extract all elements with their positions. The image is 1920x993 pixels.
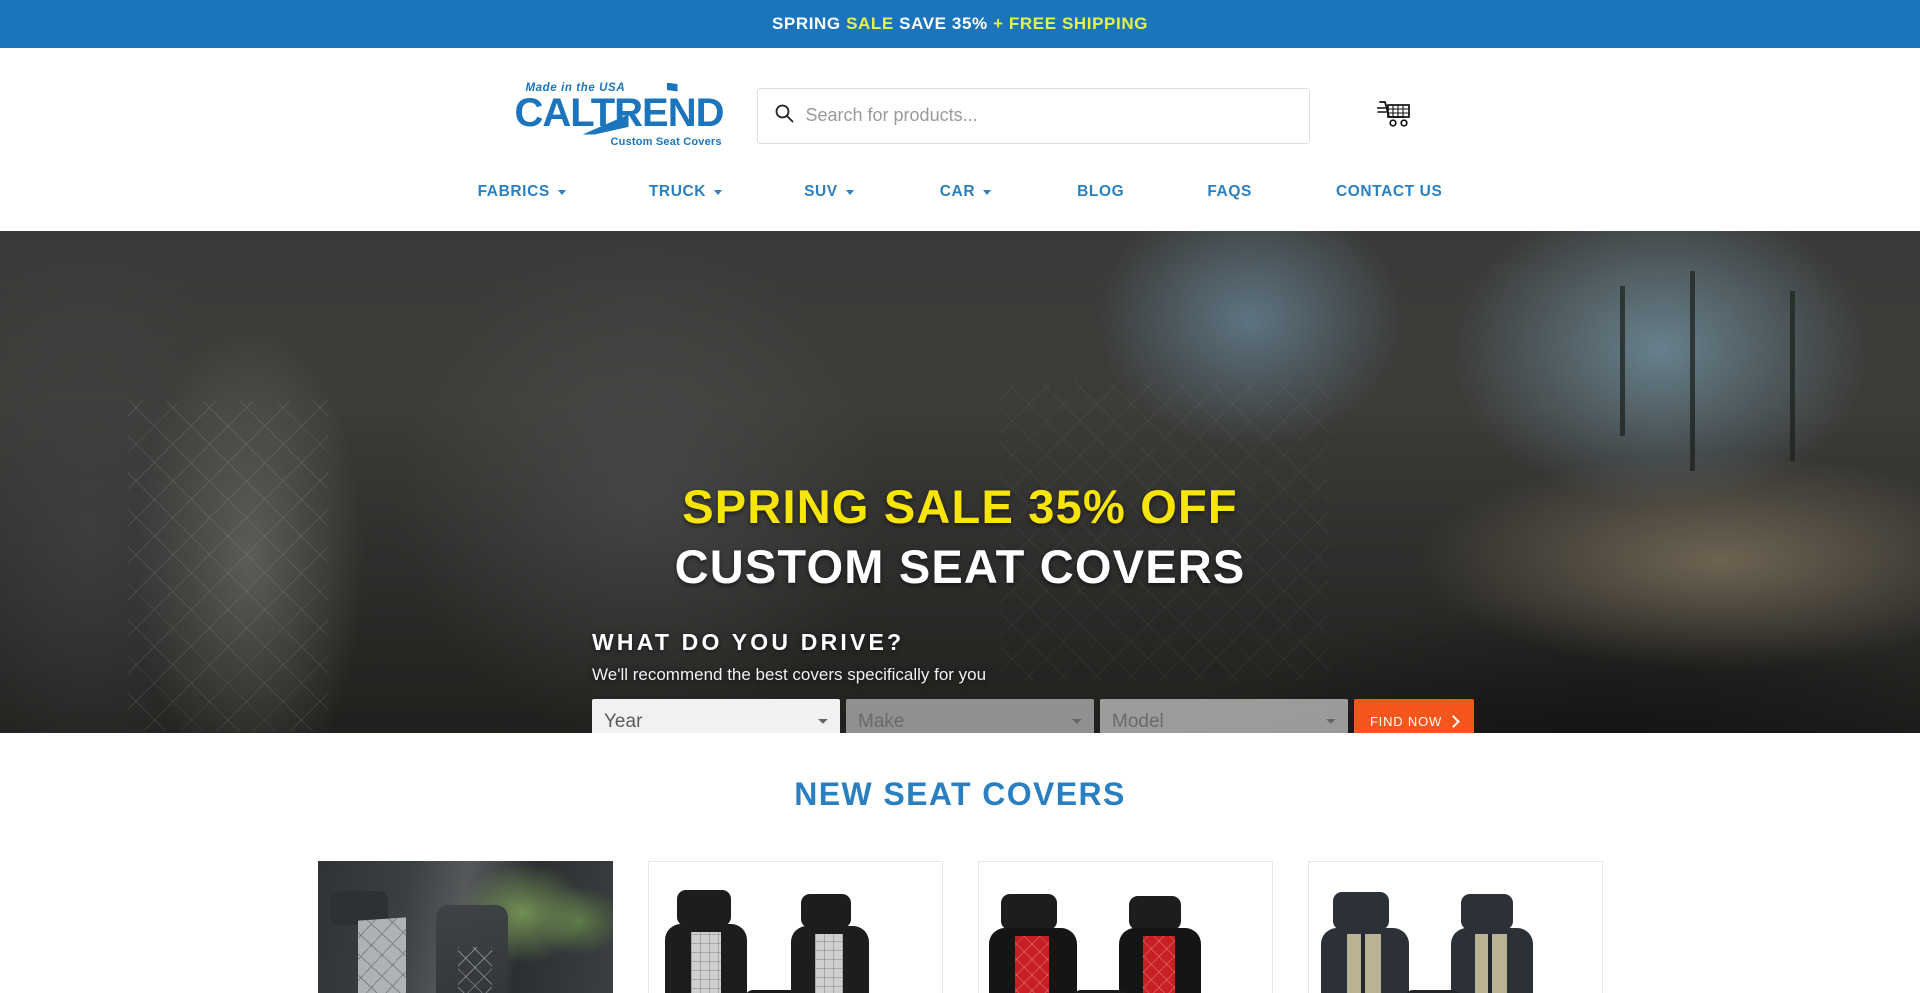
site-header: Made in the USA CALTREND Custom Seat Cov…	[0, 48, 1920, 183]
nav-item-contact-us[interactable]: CONTACT US	[1326, 183, 1452, 201]
nav-item-truck[interactable]: TRUCK	[639, 183, 732, 201]
seat-diamond-panel	[357, 917, 406, 993]
new-seat-covers-section: NEW SEAT COVERS	[0, 733, 1920, 993]
promo-prefix: SPRING	[771, 14, 847, 33]
make-select[interactable]: Make	[846, 699, 1094, 733]
passenger-seat	[435, 905, 508, 993]
promo-sale-word: SALE	[846, 14, 894, 33]
vehicle-finder-title: WHAT DO YOU DRIVE?	[592, 629, 905, 655]
nav-item-car[interactable]: CAR	[930, 183, 1001, 201]
product-card-1[interactable]	[317, 861, 613, 993]
product-card-3[interactable]	[977, 861, 1273, 993]
nav-label: FAQS	[1207, 183, 1252, 200]
promo-shipping-text: + FREE SHIPPING	[993, 14, 1149, 33]
promo-middle: SAVE 35%	[893, 14, 994, 33]
vehicle-finder-form: Year Make Model FIND NOW	[592, 699, 1474, 733]
chevron-down-icon	[557, 189, 566, 195]
section-title: NEW SEAT COVERS	[794, 776, 1126, 812]
hero-headline-secondary: CUSTOM SEAT COVERS	[674, 540, 1246, 593]
nav-label: FABRICS	[477, 183, 550, 200]
seat-stripe-accent	[1360, 934, 1365, 993]
seat-stripe-accent	[1487, 934, 1492, 993]
nav-label: SUV	[804, 183, 838, 200]
seat-checkered-insert	[690, 932, 721, 993]
nav-label: BLOG	[1077, 183, 1125, 200]
black-tan-striped-bucket-seat-covers-image	[1308, 862, 1602, 993]
nav-item-faqs[interactable]: FAQS	[1197, 183, 1262, 201]
seat-headrest	[1332, 892, 1389, 930]
seat-headrest	[800, 894, 851, 928]
chevron-down-icon	[714, 189, 723, 195]
hero-banner: SPRING SALE 35% OFF CUSTOM SEAT COVERS W…	[0, 231, 1920, 733]
black-red-diamond-bucket-seat-covers-image	[978, 862, 1272, 993]
seat-headrest	[1460, 894, 1513, 930]
product-card-grid	[0, 861, 1920, 993]
seat-red-diamond-insert	[1142, 936, 1175, 993]
nav-item-fabrics[interactable]: FABRICS	[468, 183, 576, 201]
black-grey-checkered-bucket-seat-covers-image	[648, 862, 942, 993]
nav-item-blog[interactable]: BLOG	[1067, 183, 1134, 201]
find-now-button[interactable]: FIND NOW	[1354, 699, 1474, 733]
product-card-4[interactable]	[1307, 861, 1603, 993]
chevron-down-icon	[845, 189, 854, 195]
vehicle-finder-subtitle: We'll recommend the best covers specific…	[592, 665, 987, 684]
seat-red-diamond-insert	[1014, 936, 1049, 993]
promo-banner: SPRING SALE SAVE 35% + FREE SHIPPING	[0, 0, 1920, 48]
nav-label: CONTACT US	[1335, 183, 1443, 200]
product-card-2[interactable]	[647, 861, 943, 993]
seat-headrest	[1000, 894, 1057, 930]
site-logo[interactable]: Made in the USA CALTREND Custom Seat Cov…	[499, 81, 729, 151]
seat-checkered-insert	[814, 934, 843, 993]
search-icon	[774, 103, 794, 128]
chevron-down-icon	[983, 189, 992, 195]
seat-headrest	[676, 890, 731, 926]
cart-button[interactable]	[1366, 88, 1422, 144]
search-input[interactable]	[805, 105, 1293, 126]
shopping-cart-icon	[1375, 99, 1411, 132]
nav-label: TRUCK	[648, 183, 707, 200]
find-now-label: FIND NOW	[1369, 713, 1443, 729]
chevron-right-icon	[1447, 714, 1460, 728]
nav-label: CAR	[939, 183, 976, 200]
nav-item-suv[interactable]: SUV	[794, 183, 864, 201]
logo-tagline-text: Custom Seat Covers	[610, 135, 722, 148]
promo-banner-text: SPRING SALE SAVE 35% + FREE SHIPPING	[772, 14, 1148, 34]
hero-headline-primary: SPRING SALE 35% OFF	[682, 480, 1238, 533]
truck-interior-grey-diamond-seat-covers-image	[317, 861, 613, 993]
model-select[interactable]: Model	[1100, 699, 1348, 733]
year-select[interactable]: Year	[592, 699, 840, 733]
main-navigation: FABRICS TRUCK SUV CAR BLOG FAQS CONTACT …	[0, 183, 1920, 231]
search-bar[interactable]	[756, 87, 1310, 144]
seat-headrest	[1128, 896, 1181, 930]
